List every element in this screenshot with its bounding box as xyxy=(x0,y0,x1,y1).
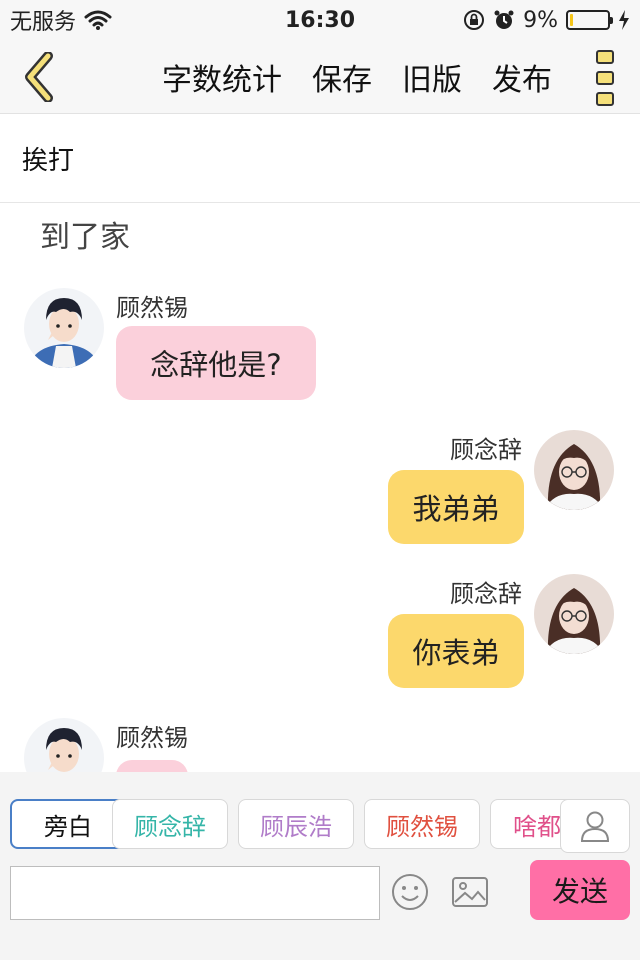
person-icon xyxy=(580,811,610,842)
save-button[interactable]: 保存 xyxy=(312,55,372,99)
sender-name: 顾然锡 xyxy=(116,294,188,322)
composer-row: 发送 xyxy=(10,860,630,920)
battery-icon xyxy=(566,10,613,30)
charging-bolt-icon xyxy=(619,10,629,30)
battery-percent: 9% xyxy=(523,7,558,33)
status-bar: 无服务 16:30 9% xyxy=(0,0,640,40)
avatar-girl-image xyxy=(534,430,614,510)
status-left: 无服务 xyxy=(10,4,112,36)
chapter-title[interactable]: 挨打 xyxy=(0,114,640,203)
sender-name: 顾念辞 xyxy=(450,436,522,464)
chat-area[interactable]: 到了家 顾然锡 念辞他是? 顾念辞 我弟弟 顾念辞 你表弟 顾然锡 xyxy=(0,204,640,772)
narration-text: 到了家 xyxy=(40,220,130,255)
more-dot xyxy=(596,92,614,106)
character-button[interactable]: 顾念辞 xyxy=(112,799,228,849)
image-button[interactable] xyxy=(450,872,490,912)
old-version-button[interactable]: 旧版 xyxy=(402,55,462,99)
battery-fill xyxy=(570,14,574,26)
message-bubble[interactable]: 你表弟 xyxy=(388,614,524,688)
sender-name: 顾然锡 xyxy=(116,724,188,752)
avatar-boy-image xyxy=(24,288,104,368)
chat-message: 顾然锡 念辞他是? xyxy=(0,288,640,408)
alarm-icon xyxy=(494,10,514,29)
avatar-boy[interactable] xyxy=(24,288,104,368)
message-bubble[interactable] xyxy=(116,760,188,772)
emoji-button[interactable] xyxy=(390,872,430,912)
send-button[interactable]: 发送 xyxy=(530,860,630,920)
more-dot xyxy=(596,50,614,64)
image-icon xyxy=(452,877,488,907)
back-button[interactable] xyxy=(14,50,64,104)
add-character-button[interactable] xyxy=(560,799,630,853)
chevron-left-icon xyxy=(25,52,53,102)
avatar-boy[interactable] xyxy=(24,718,104,772)
message-input[interactable] xyxy=(10,866,380,920)
avatar-girl[interactable] xyxy=(534,430,614,510)
rotation-lock-icon xyxy=(464,10,485,30)
more-vertical-icon[interactable] xyxy=(596,50,618,106)
avatar-girl[interactable] xyxy=(534,574,614,654)
smiley-icon xyxy=(392,874,428,910)
wifi-icon xyxy=(84,10,112,30)
message-bubble[interactable]: 我弟弟 xyxy=(388,470,524,544)
character-button-narrator[interactable]: 旁白 xyxy=(10,799,126,849)
publish-button[interactable]: 发布 xyxy=(492,55,552,99)
chat-message: 顾念辞 你表弟 xyxy=(0,574,640,694)
chat-message: 顾念辞 我弟弟 xyxy=(0,430,640,550)
character-button[interactable]: 顾然锡 xyxy=(364,799,480,849)
nav-actions: 字数统计 保存 旧版 发布 xyxy=(162,40,552,114)
more-dot xyxy=(596,71,614,85)
character-button[interactable]: 顾辰浩 xyxy=(238,799,354,849)
character-selector: 旁白 顾念辞 顾辰浩 顾然锡 啥都 xyxy=(10,799,630,851)
sender-name: 顾念辞 xyxy=(450,580,522,608)
message-bubble[interactable]: 念辞他是? xyxy=(116,326,316,400)
chat-message: 顾然锡 xyxy=(0,718,640,772)
composer-panel: 旁白 顾念辞 顾辰浩 顾然锡 啥都 发送 xyxy=(0,772,640,960)
avatar-girl-image xyxy=(534,574,614,654)
avatar-boy-image xyxy=(24,718,104,772)
status-right: 9% xyxy=(463,8,630,33)
carrier-label: 无服务 xyxy=(10,10,77,35)
word-count-button[interactable]: 字数统计 xyxy=(162,55,282,99)
nav-bar: 字数统计 保存 旧版 发布 xyxy=(0,40,640,114)
